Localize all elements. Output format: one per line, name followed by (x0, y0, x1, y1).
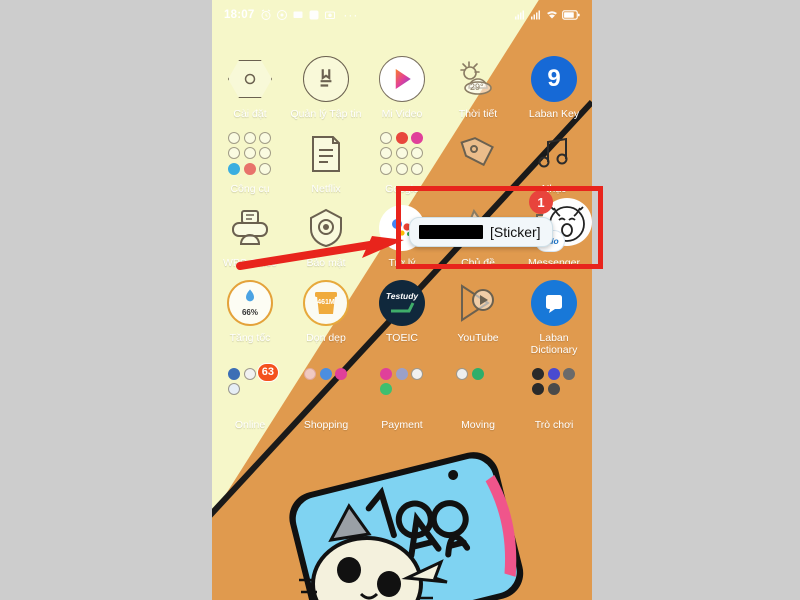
app-folder-moving[interactable]: Moving (440, 357, 516, 432)
app-label: Trò chơi (534, 418, 574, 431)
app-label: Netflix (311, 182, 341, 195)
app-folder-games[interactable]: Trò chơi (516, 357, 592, 432)
app-laban-key[interactable]: 9 Laban Key (516, 46, 592, 121)
camera-icon (325, 11, 336, 19)
annotation-highlight-box (396, 186, 603, 269)
app-label: Công cụ (230, 182, 270, 195)
app-folder-payment[interactable]: Payment (364, 357, 440, 432)
status-bar-left: 18:07 ··· (224, 8, 358, 22)
app-folder-tools[interactable]: Công cụ (212, 121, 288, 196)
location-icon (277, 10, 288, 20)
tag-icon (455, 131, 501, 177)
app-music[interactable]: Nhạc (516, 121, 592, 196)
phone-screen: 18:07 ··· Cài đặt Quản lý Tập tin Mi Vid… (212, 0, 592, 600)
app-label: Payment (381, 418, 423, 431)
status-bar-overflow-dots: ··· (343, 8, 359, 22)
weather-temperature: 29° (470, 82, 484, 92)
app-weather[interactable]: 29° Thời tiết (440, 46, 516, 121)
laban-key-icon: 9 (531, 56, 577, 102)
app-row-4: 66% Tăng tốc 461M Dọn dẹp Testudy TOEIC … (212, 270, 592, 357)
app-cleaner[interactable]: 461M Dọn dẹp (288, 270, 364, 357)
app-mi-video[interactable]: Mi Video (364, 46, 440, 121)
message-icon (293, 11, 303, 18)
app-row-5: 63 Online Shopping Payment Moving Trò ch… (212, 357, 592, 432)
app-label: Cài đặt (233, 108, 267, 120)
signal-sim2-icon (531, 10, 540, 20)
app-label: Online (234, 418, 266, 431)
app-label: YouTube (457, 331, 499, 344)
app-label: Moving (461, 418, 495, 431)
cleaner-size: 461M (317, 298, 335, 306)
app-youtube[interactable]: YouTube (440, 270, 516, 357)
app-label: Shopping (303, 418, 349, 431)
moving-folder-icon (455, 367, 501, 413)
weather-icon: 29° (455, 56, 501, 102)
annotation-arrow-icon (236, 236, 404, 270)
app-label: Tăng tốc (229, 331, 271, 344)
settings-icon (227, 56, 273, 102)
youtube-icon (455, 280, 501, 326)
netflix-icon (303, 131, 349, 177)
battery-icon (562, 10, 580, 20)
wifi-icon (547, 11, 557, 19)
app-settings[interactable]: Cài đặt (212, 46, 288, 121)
games-folder-icon (531, 367, 577, 413)
online-folder-icon: 63 (227, 362, 279, 413)
toeic-icon: Testudy (379, 279, 425, 326)
app-folder-online[interactable]: 63 Online (212, 357, 288, 432)
app-label: Mi Video (381, 108, 423, 120)
app-label: Thời tiết (458, 108, 498, 120)
facebook-icon (309, 10, 319, 20)
status-bar-right (514, 9, 580, 21)
app-folder-shopping[interactable]: Shopping (288, 357, 364, 432)
status-bar-clock: 18:07 (224, 9, 255, 21)
music-icon (531, 131, 577, 177)
app-tag[interactable] (440, 121, 516, 196)
app-folder-google[interactable]: Google (364, 121, 440, 196)
app-label: TOEIC (386, 331, 418, 344)
cleaner-icon: 461M (303, 279, 349, 326)
app-laban-dictionary[interactable]: Laban Dictionary (516, 270, 592, 357)
app-label: Laban Key (528, 108, 580, 120)
shopping-folder-icon (303, 367, 349, 413)
alarm-icon (261, 9, 271, 20)
wallpaper-cartoon-illustration (289, 452, 524, 600)
file-manager-icon (303, 56, 349, 102)
app-row-2: Công cụ Netflix Google Nhạc (212, 121, 592, 196)
app-netflix[interactable]: Netflix (288, 121, 364, 196)
app-label: Quản lý Tập tin (290, 108, 362, 120)
booster-percent: 66% (241, 307, 258, 317)
signal-sim1-icon (515, 10, 524, 20)
app-file-manager[interactable]: Quản lý Tập tin (288, 46, 364, 121)
online-badge: 63 (256, 362, 279, 382)
tools-folder-icon (227, 131, 273, 177)
app-booster[interactable]: 66% Tăng tốc (212, 270, 288, 357)
app-toeic[interactable]: Testudy TOEIC (364, 270, 440, 357)
payment-folder-icon (379, 367, 425, 413)
laban-dictionary-icon (531, 279, 577, 326)
status-bar: 18:07 ··· (212, 0, 592, 30)
app-label: Dọn dẹp (306, 331, 346, 344)
app-row-1: Cài đặt Quản lý Tập tin Mi Video 29° Thờ… (212, 46, 592, 121)
toeic-brand: Testudy (385, 290, 419, 301)
app-label: Laban Dictionary (530, 331, 578, 357)
screenshot-root: 18:07 ··· Cài đặt Quản lý Tập tin Mi Vid… (0, 0, 800, 600)
mi-video-icon (379, 56, 425, 102)
google-folder-icon (379, 131, 425, 177)
booster-icon: 66% (227, 279, 273, 326)
